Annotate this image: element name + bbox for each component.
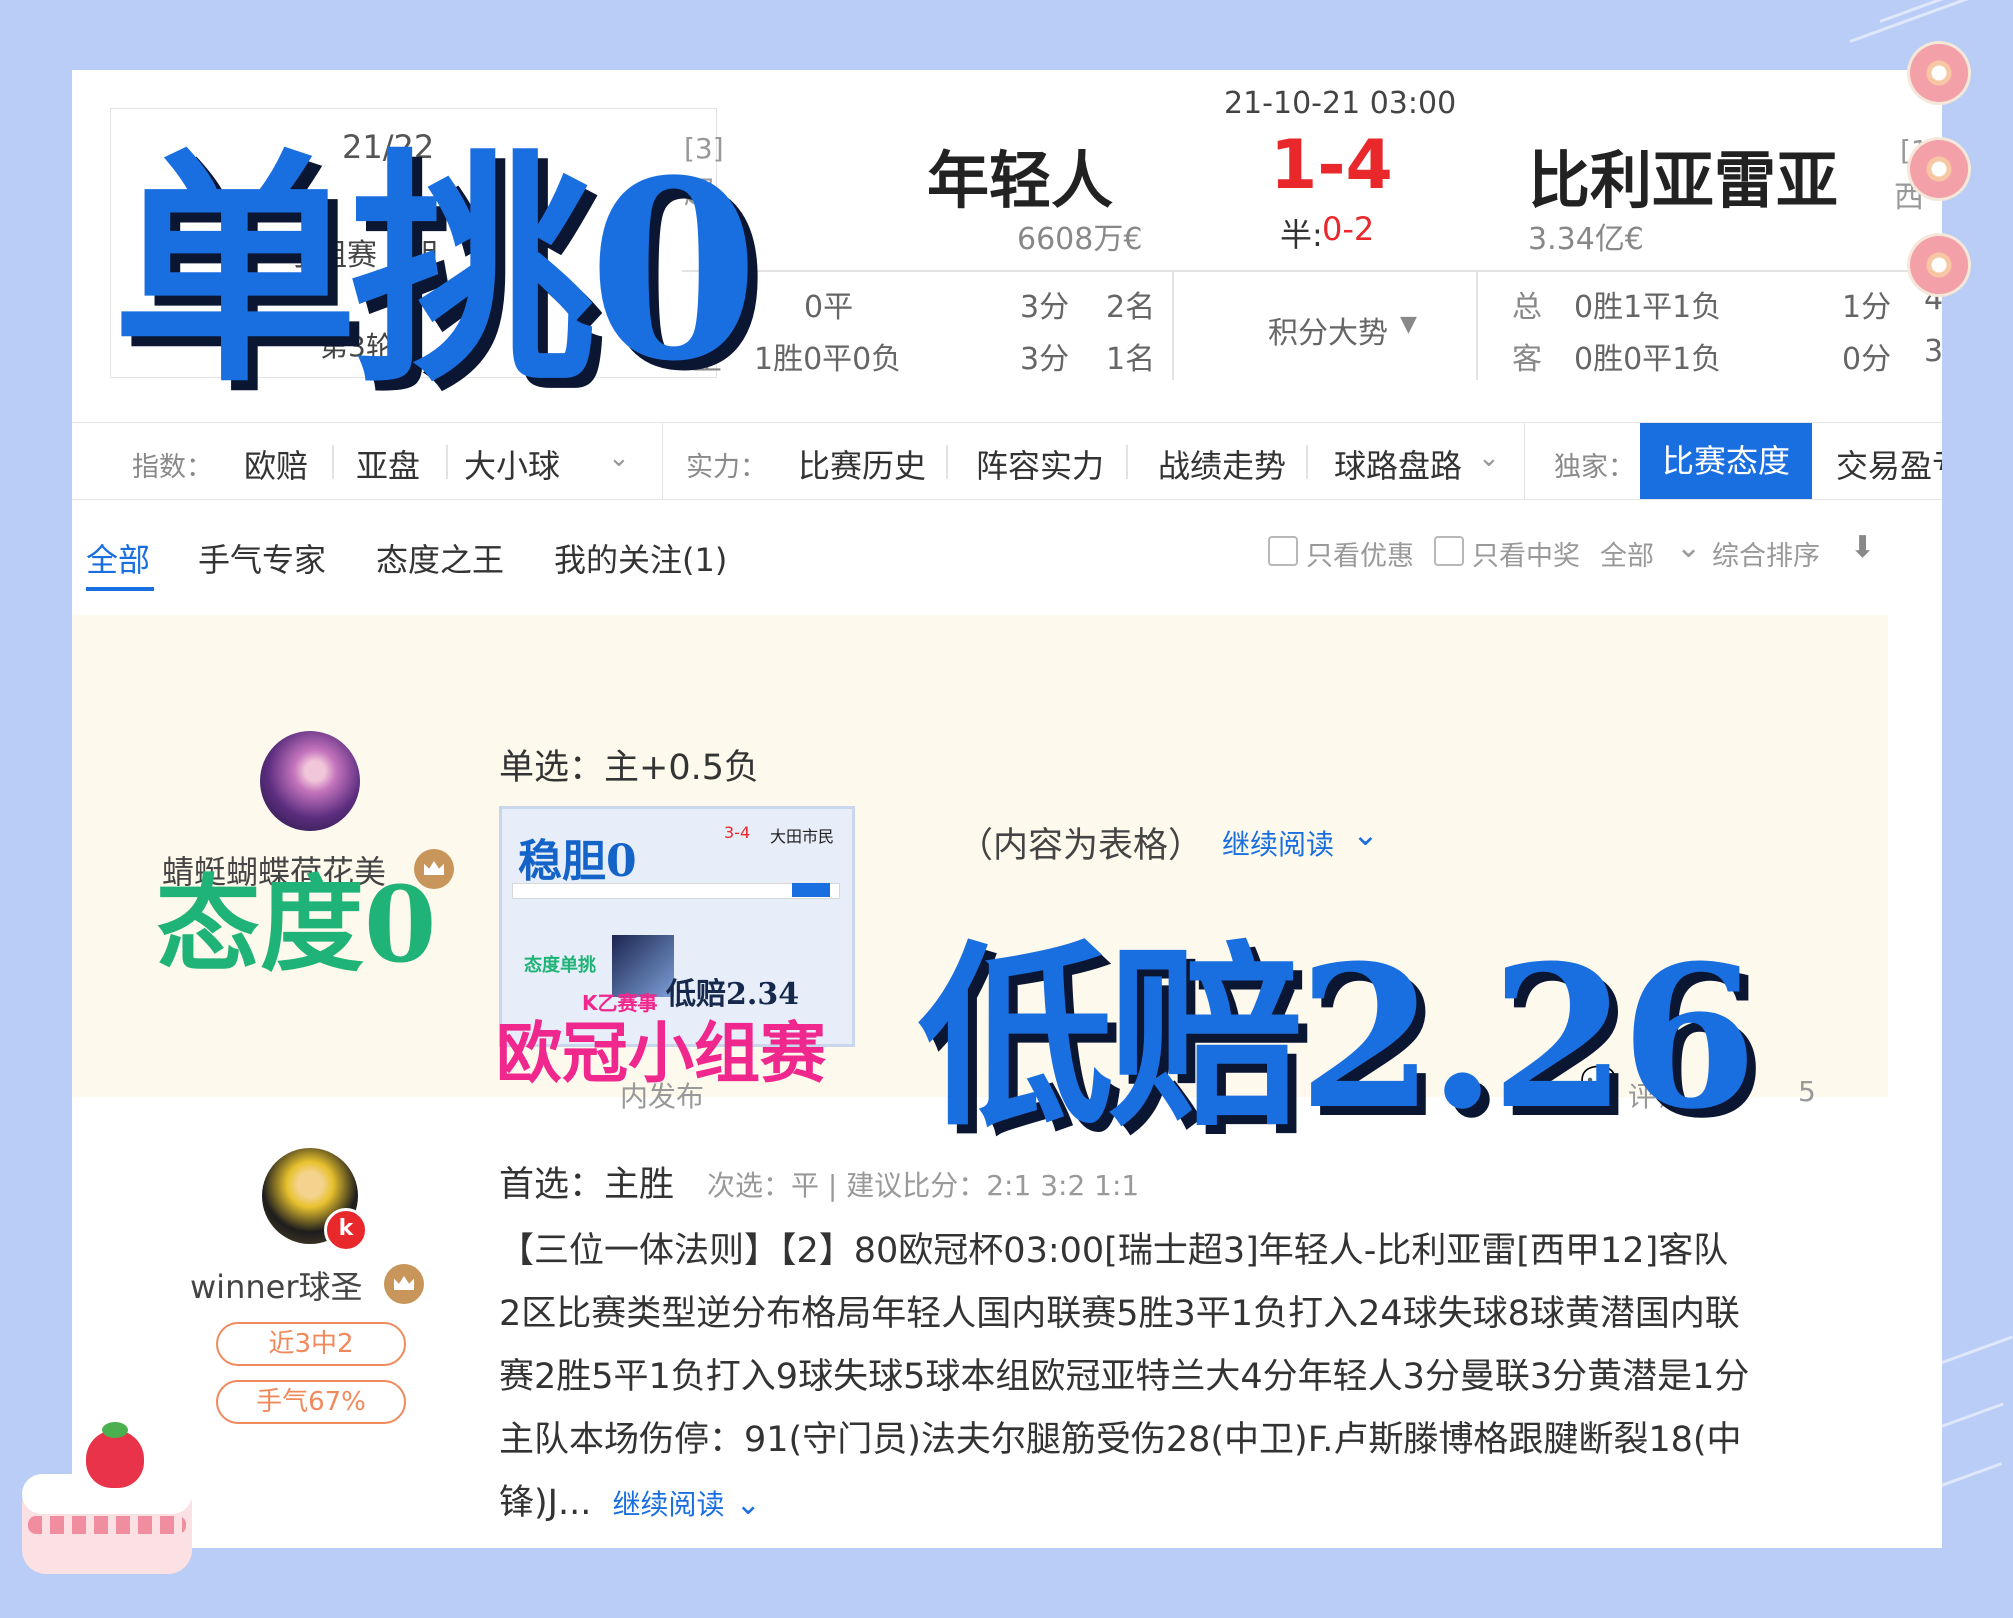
nav-divider [1126, 445, 1128, 479]
match-score: 1-4 [1270, 126, 1393, 205]
nav-item-over-under[interactable]: 大小球 [464, 441, 560, 487]
thumb-tag: 态度单挑 [524, 955, 596, 976]
chevron-down-icon[interactable]: ⌄ [608, 443, 630, 473]
tab-all[interactable]: 全部 [86, 535, 150, 581]
home-stat-pts: 3分 [1020, 342, 1070, 377]
away-stat-record: 0胜0平1负 [1574, 342, 1722, 377]
only-discount-label: 只看优惠 [1306, 541, 1414, 572]
filter-all-dropdown[interactable]: 全部 [1600, 534, 1654, 573]
nav-item-asian-handicap[interactable]: 亚盘 [356, 441, 420, 487]
thumb-title: 稳胆0 [518, 836, 637, 887]
post-body-line: 主队本场伤停：91(守门员)法夫尔腿筋受伤28(中卫)F.卢斯滕博格跟腱断裂18… [499, 1420, 1742, 1460]
nav-item-euro-odds[interactable]: 欧赔 [244, 441, 308, 487]
away-team-value: 3.34亿€ [1528, 222, 1644, 257]
tab-attitude-king[interactable]: 态度之王 [376, 535, 504, 581]
nav-divider [946, 445, 948, 479]
crown-icon [384, 1264, 424, 1304]
overlay-attitude: 态度0 [156, 863, 437, 986]
nav-group-divider [1524, 423, 1525, 499]
luck-rate-badge: 手气67% [216, 1380, 406, 1424]
nav-item-lineup-strength[interactable]: 阵容实力 [976, 441, 1104, 487]
post-body-line: 【三位一体法则】【2】80欧冠杯03:00[瑞士超3]年轻人-比利亚雷[西甲12… [499, 1231, 1729, 1271]
chevron-down-icon[interactable]: ⌄ [1676, 530, 1701, 565]
donut-icon [1910, 44, 1968, 102]
halftime-label: 半: [1280, 216, 1323, 254]
away-stat-pts: 0分 [1842, 342, 1892, 377]
stats-top-line [682, 270, 1942, 272]
home-stat-rank: 2名 [1106, 290, 1156, 325]
sort-arrow-icon[interactable]: ⬇ [1850, 530, 1875, 565]
home-stat-record: 0平 [804, 290, 854, 325]
thumb-score: 3-4 [724, 823, 751, 842]
thumb-active-tab [792, 883, 830, 897]
chevron-down-icon[interactable]: ⌄ [1478, 443, 1500, 473]
halftime-score: 0-2 [1322, 210, 1375, 248]
away-stat-label: 总 [1512, 290, 1542, 325]
data-nav-bar: 指数： 欧赔 亚盘 大小球 ⌄ 实力： 比赛历史 阵容实力 战绩走势 球路盘路 … [72, 422, 1942, 500]
pick-text: 单选：主+0.5负 [499, 748, 759, 788]
exclusive-label: 独家： [1554, 452, 1635, 483]
points-trend-label[interactable]: 积分大势 [1268, 308, 1388, 352]
overlay-title: 单挑0 [112, 127, 759, 416]
donut-icon [1910, 236, 1968, 294]
tab-my-follows[interactable]: 我的关注(1) [554, 535, 727, 581]
home-stat-pts: 3分 [1020, 290, 1070, 325]
home-stat-record: 1胜0平0负 [754, 342, 902, 377]
away-stat-record: 0胜1平1负 [1574, 290, 1722, 325]
overlay-odds: 低赔2.26 [918, 923, 1757, 1153]
nav-group-divider [662, 423, 663, 499]
only-winning-checkbox[interactable] [1434, 536, 1464, 566]
home-team-name[interactable]: 年轻人 [927, 130, 1113, 220]
strawberry-cake-icon [22, 1422, 192, 1580]
username[interactable]: winner球圣 [190, 1262, 362, 1308]
nav-divider [1306, 445, 1308, 479]
away-stat-rank: 3 [1924, 334, 1942, 369]
only-discount-checkbox[interactable] [1268, 536, 1298, 566]
post-body-line: 赛2胜5平1负打入9球失球5球本组欧冠亚特兰大4分年轻人3分曼联3分黄潜是1分 [499, 1357, 1750, 1397]
nav-item-route-handicap[interactable]: 球路盘路 [1334, 441, 1462, 487]
donut-icon [1910, 140, 1968, 198]
nav-item-match-attitude[interactable]: 比赛态度 [1640, 423, 1813, 499]
home-team-value: 6608万€ [1017, 222, 1143, 257]
post-body-line: 锋)J... 继续阅读 ⌄ [499, 1472, 1899, 1536]
sort-dropdown[interactable]: 综合排序 [1712, 534, 1820, 573]
content-note: （内容为表格） [958, 826, 1204, 866]
post-body-last: 锋)J... [499, 1483, 592, 1523]
recent-record-badge: 近3中2 [216, 1322, 406, 1366]
nav-item-match-history[interactable]: 比赛历史 [798, 441, 926, 487]
pick-text: 首选：主胜 [499, 1165, 675, 1205]
stats-divider [1476, 270, 1478, 380]
away-stat-label: 客 [1512, 342, 1542, 377]
like-count[interactable]: 5 [1798, 1075, 1816, 1108]
index-label: 指数： [132, 452, 213, 483]
away-team-name[interactable]: 比利亚雷亚 [1528, 130, 1838, 220]
home-stat-rank: 1名 [1106, 342, 1156, 377]
chevron-down-icon: ▼ [1400, 312, 1417, 337]
only-winning-label: 只看中奖 [1472, 541, 1580, 572]
overlay-competition: 欧冠小组赛 [496, 1014, 826, 1092]
thumb-team: 大田市民 [770, 827, 835, 846]
k-badge-icon: k [324, 1208, 368, 1252]
thumb-navbar [512, 883, 840, 899]
match-datetime: 21-10-21 03:00 [1224, 86, 1457, 121]
read-more-link[interactable]: 继续阅读 [1222, 823, 1334, 863]
read-more-link[interactable]: 继续阅读 [613, 1488, 725, 1521]
post-body: 【三位一体法则】【2】80欧冠杯03:00[瑞士超3]年轻人-比利亚雷[西甲12… [499, 1220, 1899, 1536]
nav-item-form-trend[interactable]: 战绩走势 [1158, 441, 1286, 487]
chevron-down-icon[interactable]: ⌄ [736, 1487, 761, 1522]
nav-divider [446, 445, 448, 479]
chevron-down-icon[interactable]: ⌄ [1352, 815, 1379, 853]
sub-pick-text: 次选：平 | 建议比分：2:1 3:2 1:1 [707, 1169, 1140, 1202]
tab-active-underline [86, 587, 154, 591]
stats-divider [1172, 270, 1174, 380]
nav-divider [332, 445, 334, 479]
nav-item-trade-pnl[interactable]: 交易盈亏 [1836, 441, 1942, 487]
post-body-line: 2区比赛类型逆分布格局年轻人国内联赛5胜3平1负打入24球失球8球黄潜国内联 [499, 1294, 1740, 1334]
strength-label: 实力： [686, 452, 767, 483]
bg-stripe [1879, 0, 2013, 23]
tab-lucky-experts[interactable]: 手气专家 [198, 535, 326, 581]
away-stat-pts: 1分 [1842, 290, 1892, 325]
avatar[interactable] [260, 731, 360, 831]
